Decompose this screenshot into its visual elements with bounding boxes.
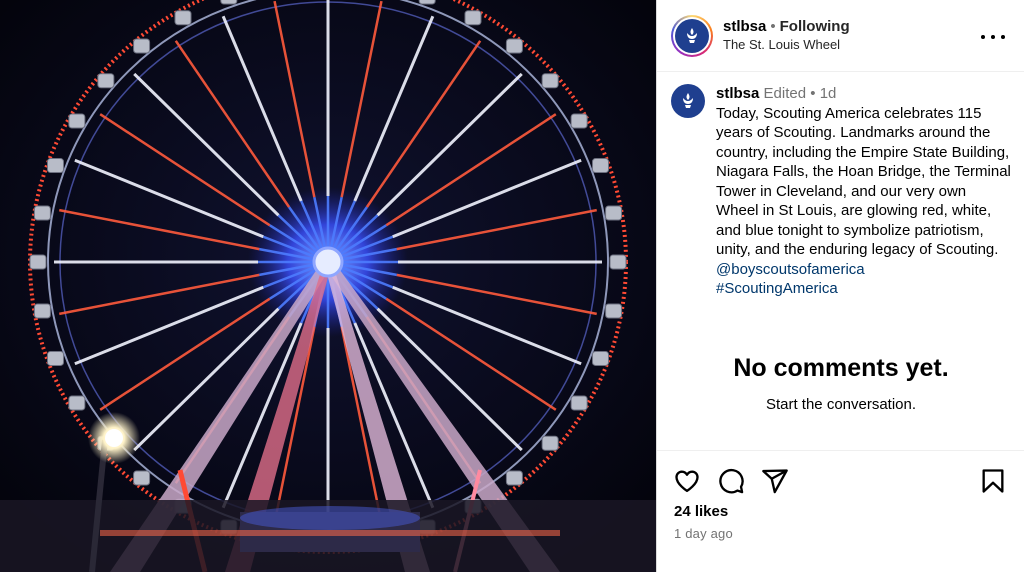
no-comments-title: No comments yet. (733, 354, 949, 382)
post-time[interactable]: 1 day ago (674, 526, 733, 541)
header-username[interactable]: stlbsa (723, 18, 766, 35)
caption-username[interactable]: stlbsa (716, 85, 759, 102)
comment-button[interactable] (717, 467, 745, 495)
mention-link[interactable]: @boyscoutsofamerica (716, 260, 1012, 280)
start-conversation-text: Start the conversation. (765, 396, 917, 413)
heart-icon (675, 470, 699, 493)
location-link[interactable]: The St. Louis Wheel (723, 36, 850, 54)
like-button[interactable] (673, 467, 701, 495)
scouting-logo-icon (675, 18, 709, 53)
header-separator: • (770, 17, 776, 35)
caption-avatar[interactable] (671, 84, 705, 118)
post-side-panel: stlbsa • Following The St. Louis Wheel stl… (656, 0, 1024, 572)
post-header: stlbsa • Following The St. Louis Wheel (657, 0, 1024, 72)
post-container: stlbsa • Following The St. Louis Wheel stl… (0, 0, 1024, 572)
post-actions: 24 likes 1 day ago (657, 450, 1024, 572)
post-caption: stlbsa Edited • 1d Today, Scouting Ameri… (671, 84, 1016, 299)
following-button[interactable]: Following (780, 18, 850, 35)
edited-label: Edited (763, 85, 807, 102)
share-button[interactable] (761, 467, 789, 495)
profile-avatar[interactable] (671, 14, 713, 57)
share-icon (762, 469, 788, 494)
ferris-wheel-image (0, 0, 656, 572)
more-options-button[interactable] (981, 27, 1005, 47)
caption-age[interactable]: 1d (820, 85, 837, 102)
hashtag-link[interactable]: #ScoutingAmerica (716, 279, 1012, 299)
caption-separator: • (810, 85, 816, 102)
save-button[interactable] (979, 467, 1007, 495)
more-icon (981, 35, 985, 39)
bookmark-icon (982, 469, 1004, 493)
post-photo[interactable] (0, 0, 656, 572)
likes-count[interactable]: 24 likes (674, 503, 728, 520)
caption-text: Today, Scouting America celebrates 115 y… (716, 104, 1011, 259)
comment-icon (719, 468, 744, 494)
scouting-logo-icon (683, 93, 693, 108)
